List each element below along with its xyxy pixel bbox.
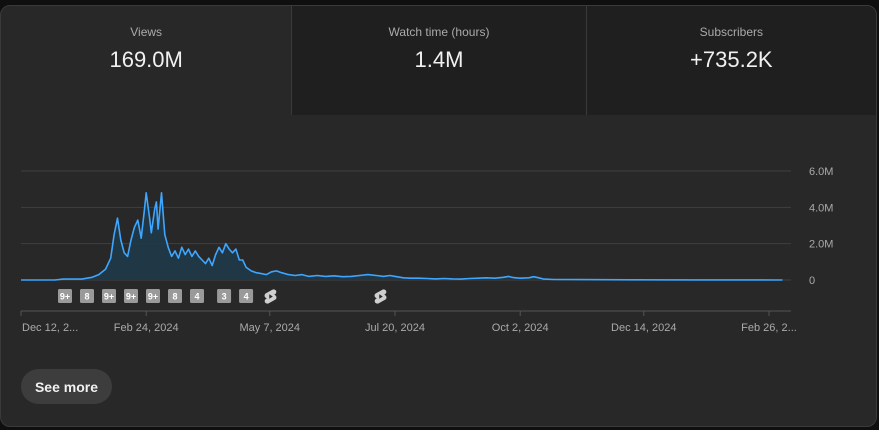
upload-badge-label: 8 (84, 292, 89, 302)
upload-badge-label: 9+ (104, 292, 114, 302)
analytics-card: Views 169.0M Watch time (hours) 1.4M Sub… (0, 5, 877, 427)
y-tick-label: 2.0M (809, 239, 833, 251)
views-area (21, 192, 783, 280)
y-tick-label: 4.0M (809, 202, 833, 214)
upload-badge-label: 4 (244, 292, 249, 302)
x-tick-label: May 7, 2024 (239, 322, 300, 334)
x-tick-label: Feb 24, 2024 (114, 322, 179, 334)
shorts-icon[interactable] (264, 289, 277, 304)
upload-badge-label: 9+ (148, 292, 158, 302)
upload-badge-label: 4 (194, 292, 199, 302)
views-chart: 0 2.0M 4.0M 6.0M Dec 12, 2... Feb 24, 2024 May… (20, 166, 833, 334)
x-tick-label: Jul 20, 2024 (365, 322, 425, 334)
y-tick-label: 0 (809, 275, 815, 287)
y-tick-label: 6.0M (809, 166, 833, 178)
upload-badge-label: 9+ (126, 292, 136, 302)
upload-badge-label: 9+ (60, 292, 70, 302)
x-tick-label: Dec 14, 2024 (611, 322, 676, 334)
shorts-icon[interactable] (374, 289, 387, 304)
x-tick-label: Feb 26, 2... (741, 322, 797, 334)
x-tick-label: Dec 12, 2... (22, 322, 78, 334)
upload-badge-label: 3 (222, 292, 227, 302)
see-more-button[interactable]: See more (21, 369, 112, 404)
upload-badge-label: 8 (172, 292, 177, 302)
x-tick-label: Oct 2, 2024 (492, 322, 549, 334)
